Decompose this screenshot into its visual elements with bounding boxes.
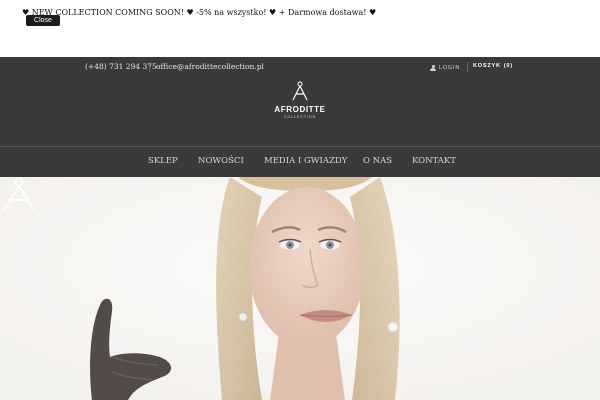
site-header: (+48) 731 294 375 office@afrodittecollec… — [0, 57, 600, 177]
login-label: LOGIN — [439, 65, 461, 71]
logo-subtitle: COLLECTION — [283, 115, 317, 119]
logo-title: AFRODITTE — [274, 105, 326, 114]
site-logo[interactable]: AFRODITTE COLLECTION — [260, 81, 340, 123]
nav-item-media-i-gwiazdy[interactable]: MEDIA I GWIAZDY — [264, 156, 347, 166]
hero-logo-icon — [3, 177, 35, 211]
nav-item-sklep[interactable]: SKLEP — [148, 156, 178, 166]
announcement-bar: ♥ NEW COLLECTION COMING SOON! ♥ -5% na w… — [0, 0, 600, 57]
hero-banner — [0, 177, 600, 400]
cart-label: KOSZYK — [473, 63, 501, 69]
hero-image — [0, 177, 600, 400]
account-divider — [467, 62, 468, 72]
close-button[interactable]: Close — [26, 15, 60, 26]
cart-count: (0) — [503, 63, 513, 69]
login-link[interactable]: LOGIN — [430, 63, 460, 73]
user-icon — [430, 64, 436, 72]
contact-divider — [149, 62, 150, 72]
nav-item-nowosci[interactable]: NOWOŚCI — [198, 156, 244, 166]
nav-item-kontakt[interactable]: KONTAKT — [412, 156, 456, 166]
cart-link[interactable]: KOSZYK (0) — [473, 63, 513, 69]
announcement-text: ♥ NEW COLLECTION COMING SOON! ♥ -5% na w… — [22, 8, 377, 17]
logo-mark-icon — [292, 81, 308, 101]
contact-phone[interactable]: (+48) 731 294 375 — [85, 62, 157, 71]
contact-email[interactable]: office@afrodittecollection.pl — [156, 62, 264, 71]
main-nav: SKLEP NOWOŚCI MEDIA I GWIAZDY O NAS KONT… — [0, 147, 600, 177]
nav-item-o-nas[interactable]: O NAS — [363, 156, 392, 166]
